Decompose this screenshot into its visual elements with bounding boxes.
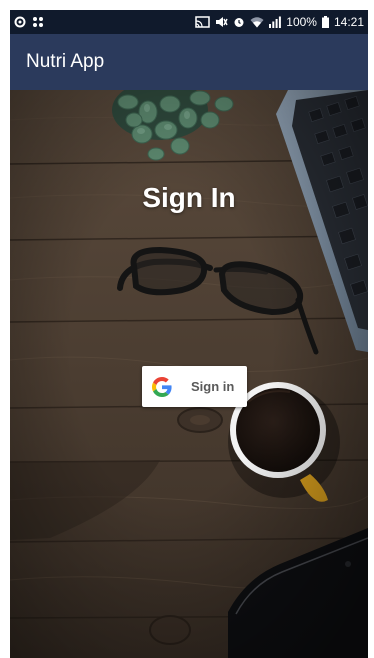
- sign-in-heading: Sign In: [142, 182, 236, 213]
- battery-icon: [321, 16, 329, 28]
- phone-screen: 100% 14:21 Nutri App Sign In Sign in: [10, 10, 368, 658]
- apps-grid-icon: [33, 17, 43, 27]
- wifi-icon: [250, 17, 264, 28]
- google-g-icon: [152, 376, 172, 397]
- google-sign-in-label: Sign in: [191, 379, 235, 394]
- google-sign-in-button[interactable]: Sign in: [142, 366, 247, 407]
- sign-in-screen: Sign In Sign in: [10, 90, 368, 658]
- signal-icon: [269, 16, 282, 28]
- battery-percent: 100%: [286, 15, 317, 29]
- alarm-icon: [234, 18, 244, 27]
- status-bar: 100% 14:21: [10, 10, 368, 34]
- sync-icon: [14, 16, 26, 28]
- app-bar: Nutri App: [10, 34, 368, 90]
- cast-icon: [195, 16, 211, 28]
- app-title: Nutri App: [26, 51, 105, 72]
- clock: 14:21: [333, 15, 364, 29]
- mute-icon: [216, 17, 228, 27]
